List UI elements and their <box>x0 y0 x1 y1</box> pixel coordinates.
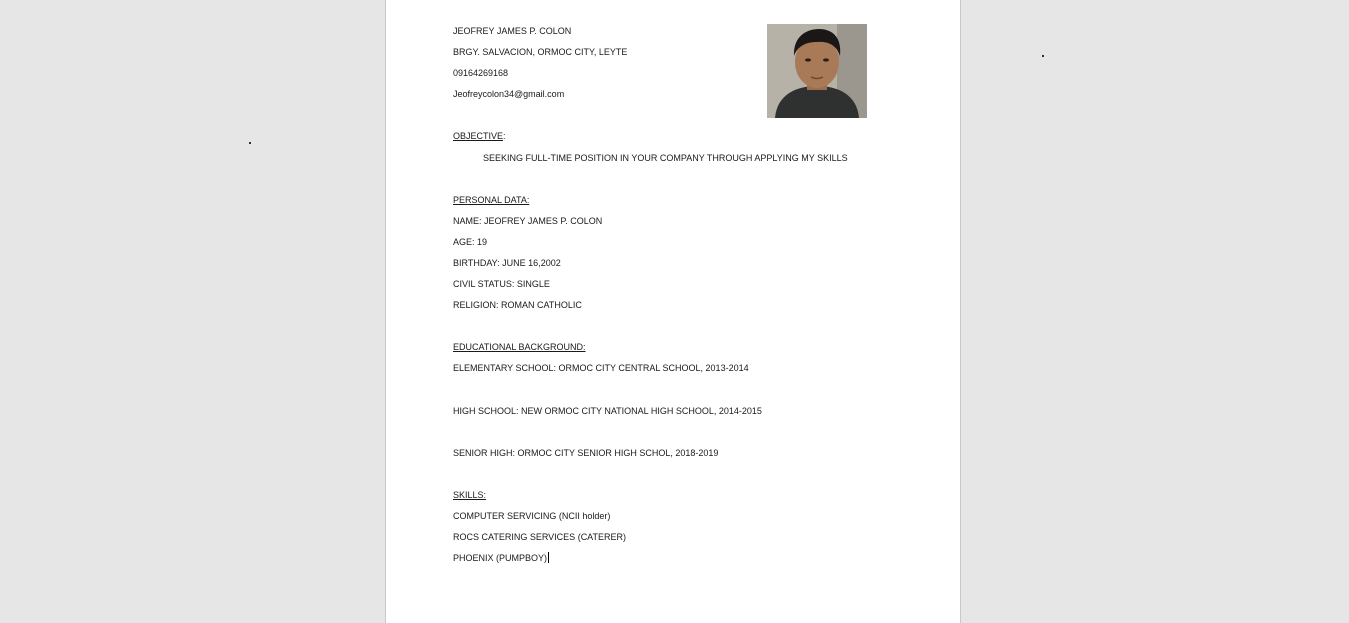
objective-text: SEEKING FULL-TIME POSITION IN YOUR COMPA… <box>483 153 848 163</box>
skill-item: ROCS CATERING SERVICES (CATERER) <box>453 532 627 542</box>
background-speck-right <box>1042 55 1044 57</box>
resume-name: JEOFREY JAMES P. COLON <box>453 26 572 36</box>
resume-email: Jeofreycolon34@gmail.com <box>453 89 565 99</box>
objective-heading-text: OBJECTIVE <box>453 131 504 141</box>
personal-data-age: AGE: 19 <box>453 237 488 247</box>
education-high-school: HIGH SCHOOL: NEW ORMOC CITY NATIONAL HIG… <box>453 406 762 416</box>
profile-photo <box>767 24 867 118</box>
skills-heading: SKILLS: <box>453 490 487 500</box>
text-cursor <box>548 552 550 563</box>
objective-heading: OBJECTIVE: <box>453 130 506 142</box>
resume-phone: 09164269168 <box>453 68 509 78</box>
education-senior-high: SENIOR HIGH: ORMOC CITY SENIOR HIGH SCHO… <box>453 448 719 458</box>
skill-item-text: PHOENIX (PUMPBOY) <box>453 553 548 563</box>
document-page[interactable]: JEOFREY JAMES P. COLON BRGY. SALVACION, … <box>385 0 961 623</box>
document-canvas: JEOFREY JAMES P. COLON BRGY. SALVACION, … <box>0 0 1349 623</box>
personal-data-religion: RELIGION: ROMAN CATHOLIC <box>453 300 582 310</box>
skill-item: PHOENIX (PUMPBOY) <box>453 552 550 564</box>
personal-data-birthday: BIRTHDAY: JUNE 16,2002 <box>453 258 561 268</box>
personal-data-civil-status: CIVIL STATUS: SINGLE <box>453 279 550 289</box>
profile-photo-image <box>767 24 867 118</box>
education-heading: EDUCATIONAL BACKGROUND: <box>453 342 586 352</box>
skill-item: COMPUTER SERVICING (NCII holder) <box>453 511 611 521</box>
personal-data-name: NAME: JEOFREY JAMES P. COLON <box>453 216 603 226</box>
objective-heading-colon: : <box>503 131 506 141</box>
personal-data-heading: PERSONAL DATA: <box>453 195 530 205</box>
education-elementary: ELEMENTARY SCHOOL: ORMOC CITY CENTRAL SC… <box>453 363 749 373</box>
resume-address: BRGY. SALVACION, ORMOC CITY, LEYTE <box>453 47 628 57</box>
background-speck-left <box>249 142 251 144</box>
